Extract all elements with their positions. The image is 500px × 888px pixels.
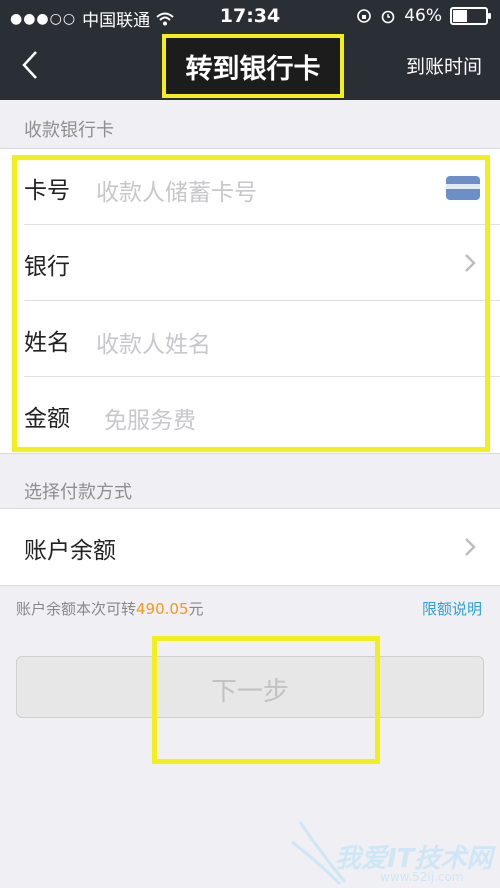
rotation-lock-icon <box>357 9 372 23</box>
watermark-url: www.52ij.com <box>380 870 464 884</box>
arrival-time-link[interactable]: 到账时间 <box>406 52 482 79</box>
payment-method-label: 账户余额 <box>24 538 116 564</box>
battery-fill <box>453 10 467 22</box>
highlight-box-button <box>152 636 380 764</box>
alarm-icon <box>381 10 395 24</box>
recipient-section-title: 收款银行卡 <box>24 120 114 141</box>
balance-suffix: 元 <box>188 600 204 618</box>
payment-section-title: 选择付款方式 <box>24 482 132 503</box>
status-bar: ●●●○○ 中国联通 17:34 46% <box>0 0 500 34</box>
chevron-right-icon <box>465 538 476 556</box>
payment-method-row[interactable]: 账户余额 <box>0 508 500 586</box>
highlight-box-form <box>12 155 490 452</box>
balance-prefix: 账户余额本次可转 <box>16 600 137 618</box>
battery-icon <box>450 7 491 25</box>
balance-info: 账户余额本次可转490.05元 <box>16 598 204 619</box>
status-right: 46% <box>356 6 491 26</box>
battery-percent: 46% <box>404 6 442 26</box>
back-arrow-icon[interactable] <box>18 50 44 80</box>
watermark-logo: 我爱IT技术网 www.52ij.com <box>290 812 500 888</box>
top-bar: ●●●○○ 中国联通 17:34 46% 转到银行卡 到账时间 <box>0 0 500 100</box>
limit-info-link[interactable]: 限额说明 <box>422 598 482 619</box>
page-title: 转到银行卡 <box>162 34 344 98</box>
balance-amount: 490.05 <box>136 600 189 618</box>
